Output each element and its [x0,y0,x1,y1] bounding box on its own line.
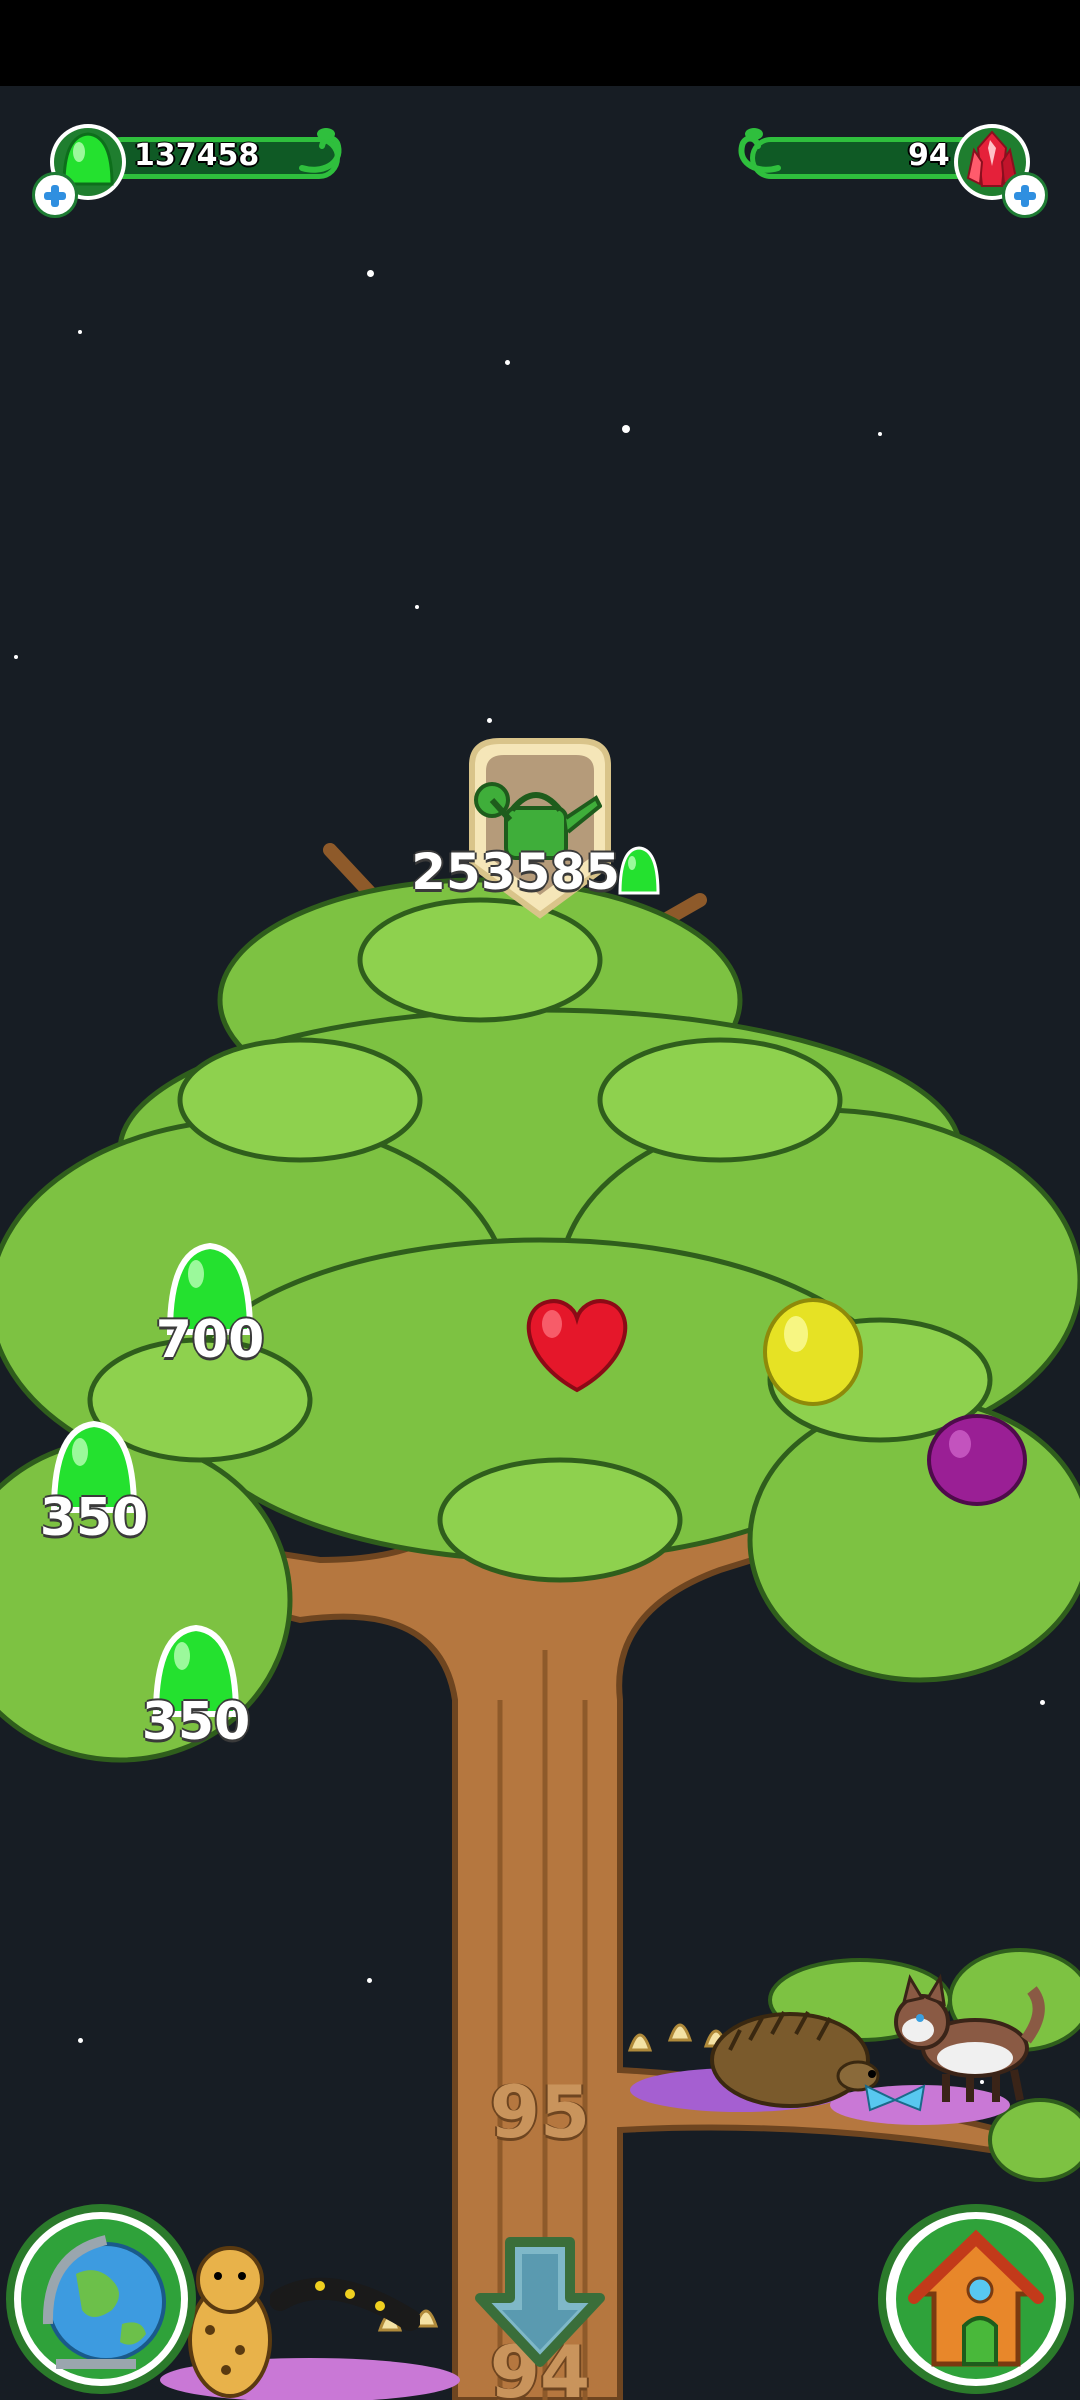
tree-upgrade-button[interactable]: 253585 [410,735,670,925]
game-screen: 137458 94 95 700 350 350 253585 [0,0,1080,2400]
level-number-current: 95 [489,2070,591,2154]
down-level-button[interactable] [470,2232,610,2372]
upgrade-cost: 253585 [411,843,620,901]
branch-animals-right [620,1970,1080,2140]
branch-unlock-700[interactable]: 700 [150,1240,270,1370]
branch-price: 350 [39,1488,149,1548]
home-button[interactable] [878,2204,1074,2394]
branch-unlock-350[interactable]: 350 [34,1418,154,1548]
branch-unlock-350[interactable]: 350 [136,1622,256,1752]
hedgehog-animal[interactable] [700,1990,880,2120]
green-gumdrop-icon [618,846,660,895]
branch-price: 350 [141,1692,251,1752]
yellow-fruit[interactable] [758,1290,868,1410]
world-map-button[interactable] [6,2204,196,2394]
butterfly-icon [864,2084,926,2112]
house-icon [896,2219,1056,2379]
down-arrow-icon [475,2237,605,2367]
salamander-animal[interactable] [270,2260,420,2340]
branch-animals-left [160,2230,470,2400]
red-heart-fruit[interactable] [512,1290,642,1400]
branch-price: 700 [155,1310,265,1370]
globe-icon [21,2219,181,2379]
purple-fruit[interactable] [922,1408,1032,1508]
